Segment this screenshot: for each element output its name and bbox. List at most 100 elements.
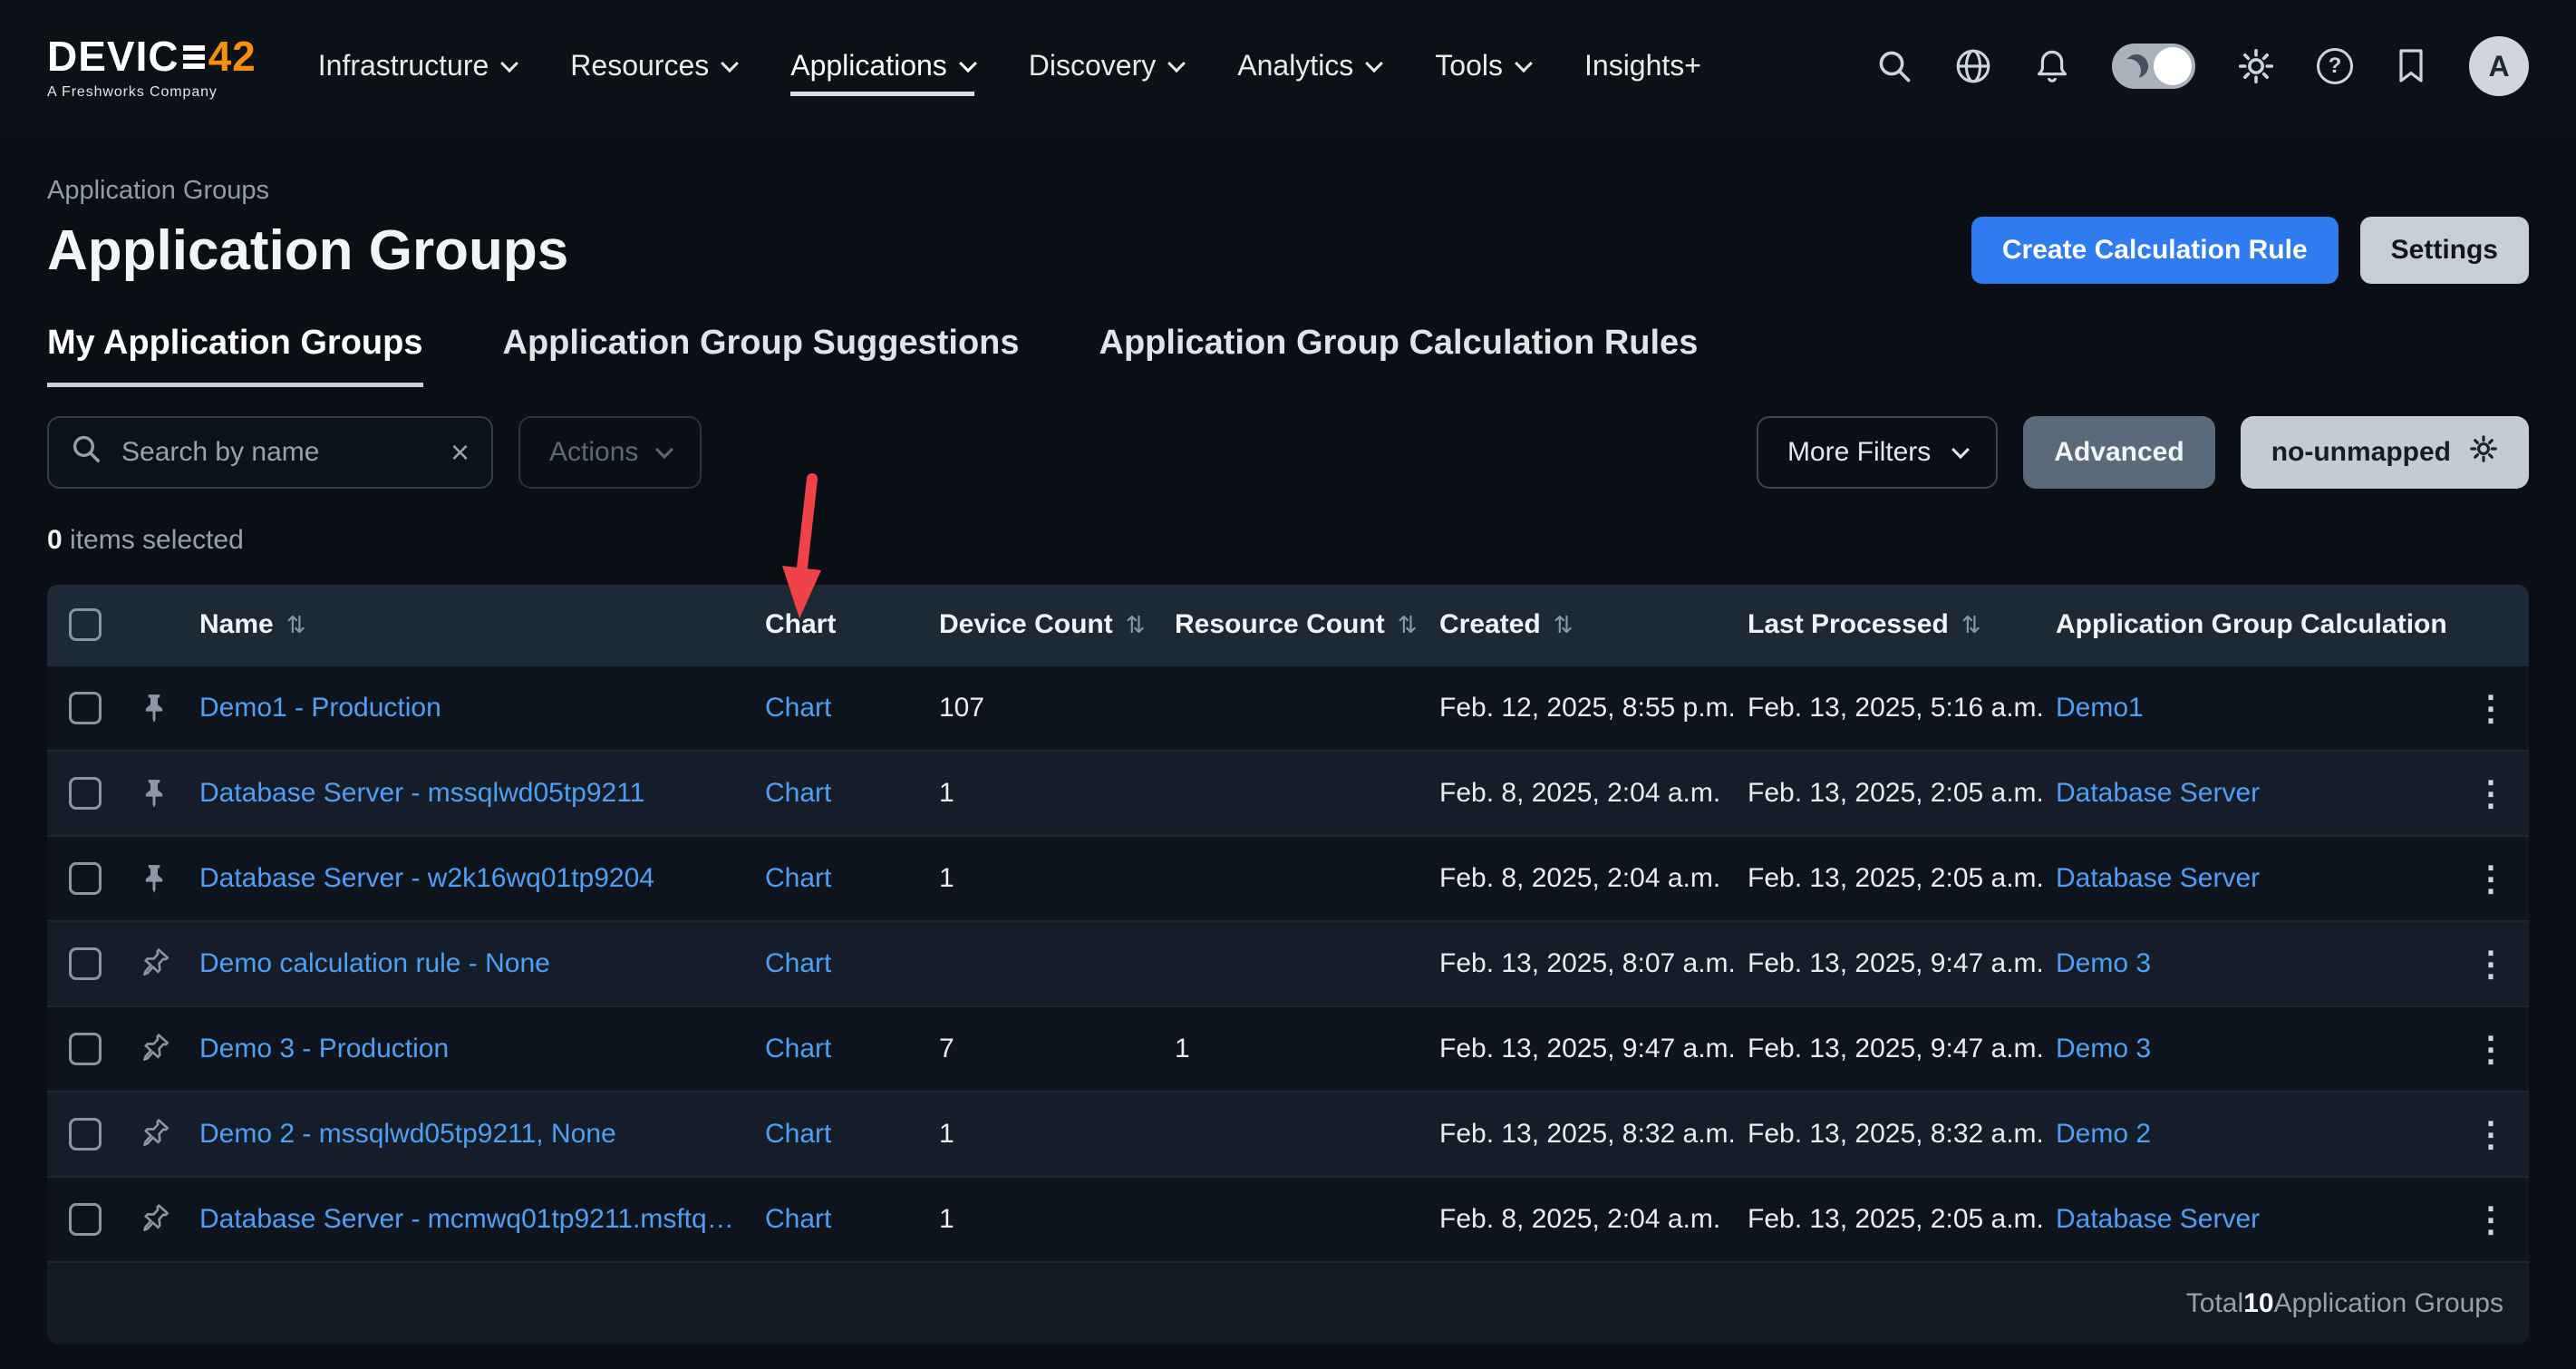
unpin-icon[interactable] — [132, 942, 176, 985]
theme-toggle[interactable] — [2112, 44, 2195, 89]
row-checkbox[interactable] — [69, 692, 102, 724]
calculation-rule-link[interactable]: Database Server — [2056, 778, 2260, 809]
saved-filter-button[interactable]: no-unmapped — [2241, 416, 2529, 489]
group-name-link[interactable]: Demo 3 - Production — [199, 1034, 449, 1064]
page-header: Application Groups Create Calculation Ru… — [47, 217, 2529, 284]
column-header-resource-count[interactable]: Resource Count⇅ — [1160, 585, 1425, 665]
pin-icon[interactable] — [139, 863, 169, 894]
row-menu-icon[interactable]: ⋮ — [2474, 944, 2508, 985]
nav-item-infrastructure[interactable]: Infrastructure — [318, 36, 517, 96]
more-filters-dropdown[interactable]: More Filters — [1757, 416, 1998, 489]
column-header-created[interactable]: Created⇅ — [1425, 585, 1733, 665]
select-all-checkbox[interactable] — [69, 608, 102, 641]
gear-icon[interactable] — [2237, 47, 2275, 85]
column-header-name[interactable]: Name⇅ — [185, 585, 751, 665]
settings-button[interactable]: Settings — [2360, 217, 2529, 284]
tab-application-group-suggestions[interactable]: Application Group Suggestions — [503, 324, 1020, 387]
unpin-icon[interactable] — [132, 1112, 176, 1156]
created-value: Feb. 12, 2025, 8:55 p.m. — [1425, 666, 1733, 750]
chevron-down-icon — [1951, 441, 1970, 459]
calculation-rule-link[interactable]: Demo1 — [2056, 693, 2144, 723]
chart-link[interactable]: Chart — [765, 778, 831, 809]
pin-icon[interactable] — [139, 693, 169, 723]
tab-application-group-calculation-rules[interactable]: Application Group Calculation Rules — [1099, 324, 1699, 387]
row-checkbox[interactable] — [69, 1203, 102, 1236]
calculation-rule-link[interactable]: Database Server — [2056, 863, 2260, 894]
table-row: Demo 3 - Production Chart 7 1 Feb. 13, 2… — [47, 1005, 2529, 1091]
created-value: Feb. 13, 2025, 8:32 a.m. — [1425, 1092, 1733, 1176]
nav-item-discovery[interactable]: Discovery — [1029, 36, 1183, 96]
device-count-value: 1 — [925, 837, 1160, 920]
more-filters-label: More Filters — [1787, 437, 1931, 468]
device42-logo[interactable]: DEVIC 42 A Freshworks Company — [47, 32, 257, 101]
chart-link[interactable]: Chart — [765, 1034, 831, 1064]
column-header-device-count[interactable]: Device Count⇅ — [925, 585, 1160, 665]
calculation-rule-link[interactable]: Demo 3 — [2056, 1034, 2151, 1064]
resource-count-value — [1160, 666, 1425, 750]
row-menu-icon[interactable]: ⋮ — [2474, 1114, 2508, 1155]
create-calculation-rule-button[interactable]: Create Calculation Rule — [1971, 217, 2339, 284]
sort-icon[interactable]: ⇅ — [1398, 611, 1418, 639]
search-box[interactable]: × — [47, 416, 493, 489]
row-checkbox[interactable] — [69, 1033, 102, 1065]
tab-bar: My Application Groups Application Group … — [47, 324, 2529, 387]
nav-item-tools[interactable]: Tools — [1435, 36, 1530, 96]
group-name-link[interactable]: Database Server - mcmwq01tp9211.msftqa.p… — [199, 1204, 736, 1235]
device-count-value: 1 — [925, 1092, 1160, 1176]
group-name-link[interactable]: Demo 2 - mssqlwd05tp9211, None — [199, 1119, 616, 1150]
help-icon[interactable]: ? — [2317, 48, 2353, 84]
chart-link[interactable]: Chart — [765, 863, 831, 894]
search-input[interactable] — [118, 435, 434, 470]
table-row: Database Server - mcmwq01tp9211.msftqa.p… — [47, 1176, 2529, 1261]
row-menu-icon[interactable]: ⋮ — [2474, 859, 2508, 899]
sort-icon[interactable]: ⇅ — [1126, 611, 1146, 639]
globe-icon[interactable] — [1954, 47, 1992, 85]
group-name-link[interactable]: Database Server - w2k16wq01tp9204 — [199, 863, 654, 894]
unpin-icon[interactable] — [132, 1027, 176, 1071]
nav-item-label: Tools — [1435, 49, 1503, 83]
group-name-link[interactable]: Demo calculation rule - None — [199, 948, 550, 979]
tab-my-application-groups[interactable]: My Application Groups — [47, 324, 423, 387]
group-name-link[interactable]: Demo1 - Production — [199, 693, 441, 723]
calculation-rule-link[interactable]: Demo 3 — [2056, 948, 2151, 979]
advanced-button[interactable]: Advanced — [2023, 416, 2214, 489]
breadcrumb[interactable]: Application Groups — [47, 176, 2529, 206]
group-name-link[interactable]: Database Server - mssqlwd05tp9211 — [199, 778, 644, 809]
last-processed-value: Feb. 13, 2025, 9:47 a.m. — [1733, 922, 2041, 1005]
calculation-rule-link[interactable]: Demo 2 — [2056, 1119, 2151, 1150]
chevron-down-icon — [1515, 54, 1533, 73]
pin-icon[interactable] — [139, 778, 169, 809]
sort-icon[interactable]: ⇅ — [1554, 611, 1574, 639]
nav-item-insights-plus[interactable]: Insights+ — [1584, 36, 1701, 96]
user-avatar[interactable]: A — [2469, 36, 2529, 96]
bell-icon[interactable] — [2034, 47, 2070, 85]
chart-link[interactable]: Chart — [765, 1204, 831, 1235]
row-checkbox[interactable] — [69, 862, 102, 895]
sort-icon[interactable]: ⇅ — [286, 611, 306, 639]
table-row: Demo calculation rule - None Chart Feb. … — [47, 920, 2529, 1005]
row-menu-icon[interactable]: ⋮ — [2474, 688, 2508, 729]
bookmark-icon[interactable] — [2395, 48, 2427, 84]
column-header-last-processed[interactable]: Last Processed⇅ — [1733, 585, 2041, 665]
row-menu-icon[interactable]: ⋮ — [2474, 773, 2508, 814]
row-checkbox[interactable] — [69, 777, 102, 810]
chart-link[interactable]: Chart — [765, 693, 831, 723]
chart-link[interactable]: Chart — [765, 948, 831, 979]
unpin-icon[interactable] — [132, 1198, 176, 1241]
row-checkbox[interactable] — [69, 1118, 102, 1151]
row-menu-icon[interactable]: ⋮ — [2474, 1029, 2508, 1070]
row-checkbox[interactable] — [69, 947, 102, 980]
last-processed-value: Feb. 13, 2025, 9:47 a.m. — [1733, 1007, 2041, 1091]
application-groups-page: DEVIC 42 A Freshworks Company Infrastruc… — [0, 0, 2576, 1369]
chart-link[interactable]: Chart — [765, 1119, 831, 1150]
row-menu-icon[interactable]: ⋮ — [2474, 1199, 2508, 1240]
nav-item-analytics[interactable]: Analytics — [1237, 36, 1380, 96]
sort-icon[interactable]: ⇅ — [1961, 611, 1981, 639]
nav-item-resources[interactable]: Resources — [570, 36, 736, 96]
nav-item-applications[interactable]: Applications — [790, 36, 974, 96]
clear-search-icon[interactable]: × — [450, 436, 470, 469]
calculation-rule-link[interactable]: Database Server — [2056, 1204, 2260, 1235]
table-header: Name⇅ Chart Device Count⇅ Resource Count… — [47, 585, 2529, 665]
actions-dropdown[interactable]: Actions — [518, 416, 702, 489]
search-icon[interactable] — [1876, 48, 1913, 84]
